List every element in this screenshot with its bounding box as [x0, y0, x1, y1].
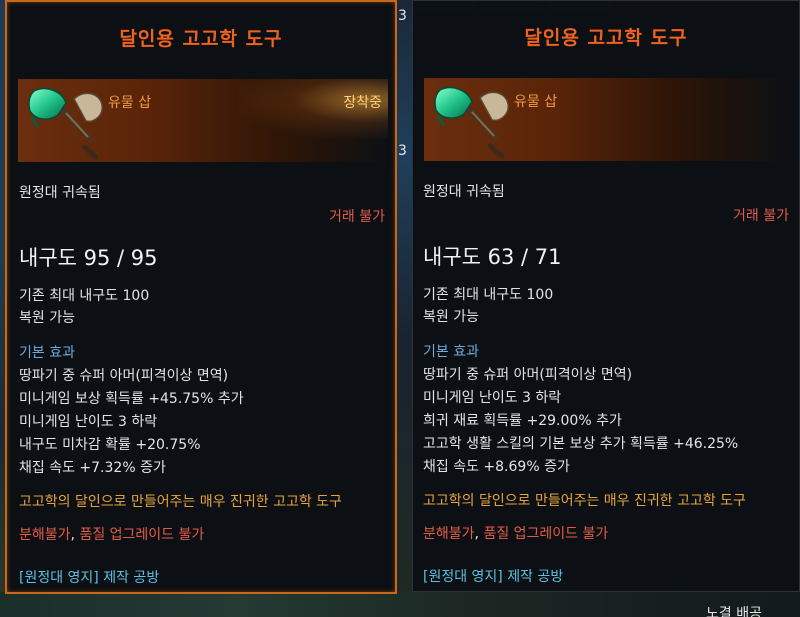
trade-status: 거래 불가 — [329, 209, 385, 225]
item-description: 고고학의 달인으로 만들어주는 매우 진귀한 고고학 도구 — [423, 493, 746, 509]
trade-status: 거래 불가 — [733, 208, 789, 224]
binding-status: 원정대 귀속됨 — [19, 185, 101, 201]
item-tooltip-compare: 달인용 고고학 도구 유물 삽 원정대 귀속됨 거래 불가 내구도 63 / 7… — [412, 0, 800, 592]
effect-line: 땅파기 중 슈퍼 아머(피격이상 면역) — [423, 367, 633, 383]
background-partial-number: 3 — [398, 143, 407, 159]
item-type: 유물 삽 — [108, 95, 152, 111]
effect-line: 희귀 재료 획득률 +29.00% 추가 — [423, 413, 622, 429]
item-title: 달인용 고고학 도구 — [119, 28, 283, 50]
item-banner: 유물 삽 — [424, 78, 794, 161]
equipped-badge: 장착중 — [343, 95, 382, 111]
restriction-line: 분해불가, 품질 업그레이드 불가 — [423, 523, 608, 543]
effect-line: 채집 속도 +7.32% 증가 — [19, 460, 166, 476]
durability-value: 내구도 63 / 71 — [423, 245, 562, 269]
shovel-icon — [434, 86, 509, 159]
effect-line: 내구도 미차감 확률 +20.75% — [19, 437, 201, 453]
max-durability: 기존 최대 내구도 100 — [19, 288, 150, 304]
background-bottom-strip — [0, 592, 800, 617]
restriction-disassemble: 분해불가 — [19, 527, 71, 543]
effect-line: 채집 속도 +8.69% 증가 — [423, 459, 570, 475]
effect-line: 땅파기 중 슈퍼 아머(피격이상 면역) — [19, 368, 229, 384]
item-tooltip-equipped: 달인용 고고학 도구 유물 삽 장착중 원정대 귀속됨 거래 불가 내구도 95… — [5, 0, 397, 594]
repair-status: 복원 가능 — [19, 310, 75, 326]
restriction-line: 분해불가, 품질 업그레이드 불가 — [19, 524, 204, 544]
background-middle-strip — [396, 0, 412, 617]
basic-effect-heading: 기본 효과 — [19, 345, 75, 361]
shovel-icon — [28, 87, 103, 160]
item-title: 달인용 고고학 도구 — [524, 27, 688, 49]
effect-line: 미니게임 난이도 3 하락 — [423, 390, 562, 406]
binding-status: 원정대 귀속됨 — [423, 184, 505, 200]
restriction-disassemble: 분해불가 — [423, 526, 475, 542]
item-source: [원정대 영지] 제작 공방 — [19, 570, 160, 586]
effect-line: 미니게임 난이도 3 하락 — [19, 414, 158, 430]
effect-line: 고고학 생활 스킬의 기본 보상 추가 획득률 +46.25% — [423, 436, 739, 452]
background-partial-number: 3 — [398, 8, 407, 24]
basic-effect-heading: 기본 효과 — [423, 344, 479, 360]
max-durability: 기존 최대 내구도 100 — [423, 287, 554, 303]
restriction-upgrade: 품질 업그레이드 불가 — [79, 527, 205, 543]
item-description: 고고학의 달인으로 만들어주는 매우 진귀한 고고학 도구 — [19, 494, 342, 510]
item-source: [원정대 영지] 제작 공방 — [423, 569, 564, 585]
background-partial-text: 노결 배공 — [706, 606, 762, 617]
restriction-upgrade: 품질 업그레이드 불가 — [483, 526, 609, 542]
item-type: 유물 삽 — [514, 94, 558, 110]
item-banner: 유물 삽 장착중 — [18, 79, 388, 162]
durability-value: 내구도 95 / 95 — [19, 246, 158, 270]
effect-line: 미니게임 보상 획득률 +45.75% 추가 — [19, 391, 244, 407]
repair-status: 복원 가능 — [423, 309, 479, 325]
